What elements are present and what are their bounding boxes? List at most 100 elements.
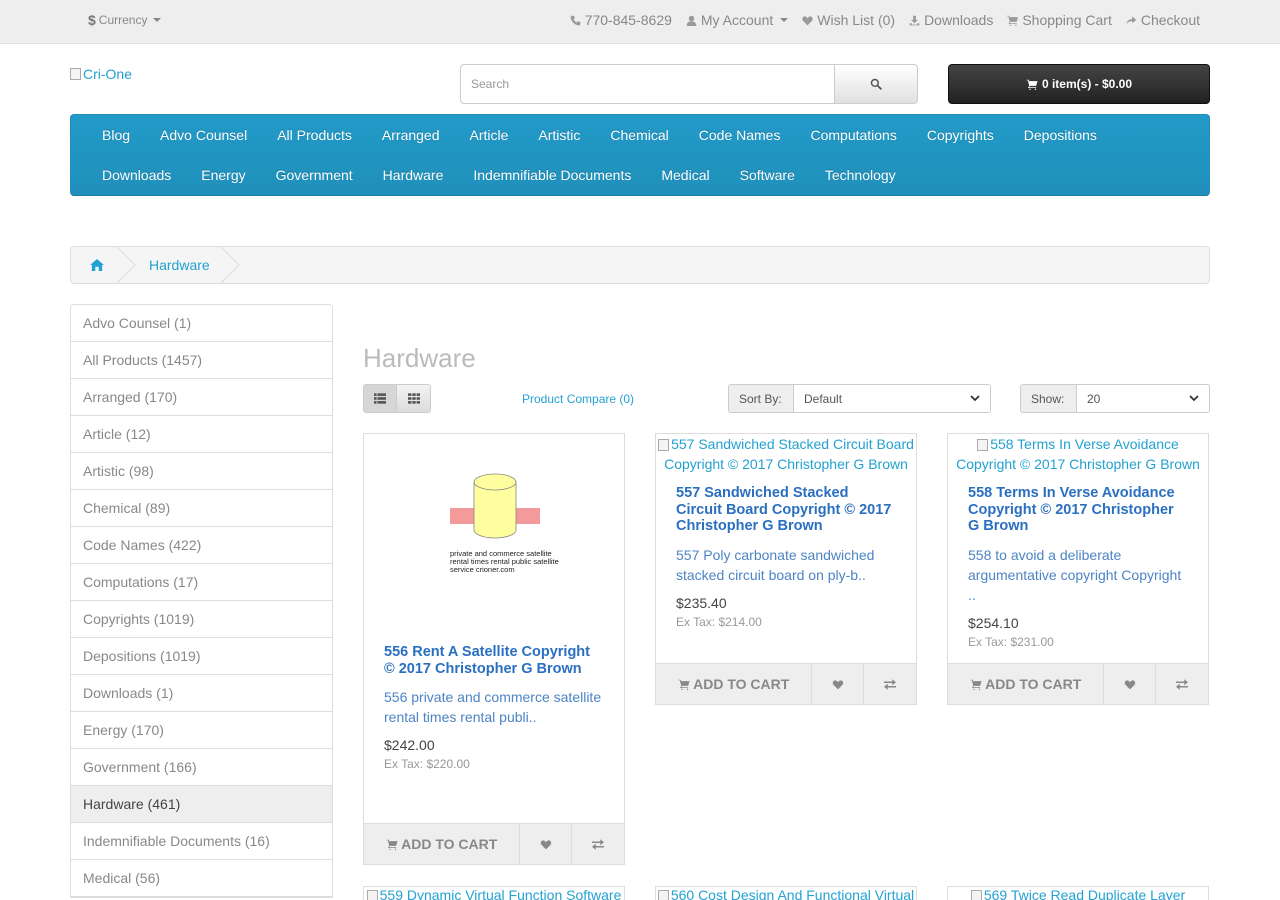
add-to-wishlist-button[interactable] bbox=[1104, 664, 1157, 704]
satellite-thumbnail-icon: private and commerce satellite rental ti… bbox=[450, 473, 559, 574]
sidebar-item-copyrights[interactable]: Copyrights (1019) bbox=[71, 601, 332, 638]
product-actions: ADD TO CART bbox=[947, 663, 1209, 705]
my-account-dropdown[interactable]: My Account bbox=[686, 12, 789, 28]
downloads-link[interactable]: Downloads bbox=[909, 12, 993, 28]
product-compare-link[interactable]: Product Compare (0) bbox=[522, 392, 634, 406]
product-card: 558 Terms In Verse Avoidance Copyright ©… bbox=[947, 433, 1209, 705]
list-view-button[interactable] bbox=[363, 384, 397, 413]
compare-button[interactable] bbox=[1156, 664, 1208, 704]
menu-item-depositions[interactable]: Depositions bbox=[1009, 127, 1112, 143]
product-image-alt: 559 Dynamic Virtual Function Software bbox=[379, 887, 622, 900]
compare-button[interactable] bbox=[572, 824, 624, 864]
sidebar-item-all-products[interactable]: All Products (1457) bbox=[71, 342, 332, 379]
menu-item-article[interactable]: Article bbox=[455, 127, 524, 143]
menu-item-advo-counsel[interactable]: Advo Counsel bbox=[145, 127, 262, 143]
product-description: 556 private and commerce satellite renta… bbox=[384, 689, 602, 725]
product-caption: 557 Sandwiched Stacked Circuit Board Cop… bbox=[656, 474, 916, 629]
sidebar-item-downloads[interactable]: Downloads (1) bbox=[71, 675, 332, 712]
menu-item-indemnifiable-documents[interactable]: Indemnifiable Documents bbox=[458, 167, 646, 183]
breadcrumb-item-hardware[interactable]: Hardware bbox=[123, 257, 224, 273]
add-to-cart-button[interactable]: ADD TO CART bbox=[364, 824, 521, 864]
product-name-link[interactable]: 556 Rent A Satellite Copyright © 2017 Ch… bbox=[384, 624, 604, 677]
search-input[interactable] bbox=[460, 64, 835, 104]
product-caption: 556 Rent A Satellite Copyright © 2017 Ch… bbox=[364, 624, 624, 771]
menu-item-code-names[interactable]: Code Names bbox=[684, 127, 796, 143]
cart-button[interactable]: 0 item(s) - $0.00 bbox=[948, 64, 1210, 104]
menu-item-software[interactable]: Software bbox=[725, 167, 810, 183]
product-image[interactable]: 557 Sandwiched Stacked Circuit Board Cop… bbox=[656, 434, 916, 474]
search-button[interactable] bbox=[835, 64, 918, 104]
breadcrumb-separator bbox=[221, 247, 240, 283]
menu-item-energy[interactable]: Energy bbox=[186, 167, 260, 183]
shopping-cart-link[interactable]: Shopping Cart bbox=[1007, 12, 1112, 28]
sidebar-item-medical[interactable]: Medical (56) bbox=[71, 860, 332, 897]
sidebar-item-energy[interactable]: Energy (170) bbox=[71, 712, 332, 749]
sidebar-item-depositions[interactable]: Depositions (1019) bbox=[71, 638, 332, 675]
sidebar-item-advo-counsel[interactable]: Advo Counsel (1) bbox=[71, 305, 332, 342]
show-select[interactable]: 20 bbox=[1076, 384, 1210, 413]
menu-item-medical[interactable]: Medical bbox=[646, 167, 724, 183]
menu-item-blog[interactable]: Blog bbox=[87, 127, 145, 143]
add-to-cart-label: ADD TO CART bbox=[693, 676, 790, 692]
currency-label: Currency bbox=[98, 13, 148, 27]
add-to-wishlist-button[interactable] bbox=[812, 664, 865, 704]
sidebar-item-chemical[interactable]: Chemical (89) bbox=[71, 490, 332, 527]
sort-select[interactable]: Default bbox=[793, 384, 991, 413]
search-bar bbox=[460, 64, 918, 104]
cart-label: 0 item(s) - $0.00 bbox=[1041, 77, 1133, 91]
sidebar-item-indemnifiable-documents[interactable]: Indemnifiable Documents (16) bbox=[71, 823, 332, 860]
phone-icon bbox=[570, 15, 581, 25]
menu-item-arranged[interactable]: Arranged bbox=[367, 127, 455, 143]
wish-list-link[interactable]: Wish List (0) bbox=[802, 12, 895, 28]
sidebar-item-arranged[interactable]: Arranged (170) bbox=[71, 379, 332, 416]
menu-item-downloads[interactable]: Downloads bbox=[87, 167, 186, 183]
product-card-next[interactable]: 560 Cost Design And Functional Virtual bbox=[655, 886, 917, 900]
product-card-next[interactable]: 559 Dynamic Virtual Function Software bbox=[363, 886, 625, 900]
menu-item-computations[interactable]: Computations bbox=[795, 127, 911, 143]
product-image[interactable]: 558 Terms In Verse Avoidance Copyright ©… bbox=[948, 434, 1208, 474]
downloads-label: Downloads bbox=[924, 12, 994, 28]
add-to-cart-button[interactable]: ADD TO CART bbox=[948, 664, 1105, 704]
product-card: private and commerce satellite rental ti… bbox=[363, 433, 625, 865]
breadcrumb-home[interactable] bbox=[71, 247, 123, 283]
menu-item-government[interactable]: Government bbox=[261, 167, 368, 183]
menu-item-chemical[interactable]: Chemical bbox=[595, 127, 683, 143]
product-name-link[interactable]: 557 Sandwiched Stacked Circuit Board Cop… bbox=[676, 474, 896, 535]
menu-item-all-products[interactable]: All Products bbox=[262, 127, 367, 143]
sidebar-item-code-names[interactable]: Code Names (422) bbox=[71, 527, 332, 564]
exchange-icon bbox=[884, 678, 897, 690]
menu-row-2: Downloads Energy Government Hardware Indemni… bbox=[87, 155, 1209, 195]
product-card-next[interactable]: 569 Twice Read Duplicate Layer bbox=[947, 886, 1209, 900]
sidebar-item-computations[interactable]: Computations (17) bbox=[71, 564, 332, 601]
compare-button[interactable] bbox=[864, 664, 916, 704]
menu-item-copyrights[interactable]: Copyrights bbox=[912, 127, 1009, 143]
search-icon bbox=[870, 78, 882, 90]
add-to-cart-button[interactable]: ADD TO CART bbox=[656, 664, 813, 704]
sidebar-item-hardware[interactable]: Hardware (461) bbox=[71, 786, 332, 823]
sidebar-item-article[interactable]: Article (12) bbox=[71, 416, 332, 453]
show-control: Show: 20 bbox=[1020, 384, 1210, 413]
cart-icon bbox=[1026, 79, 1038, 90]
product-actions: ADD TO CART bbox=[655, 663, 917, 705]
add-to-cart-label: ADD TO CART bbox=[985, 676, 1082, 692]
sidebar-item-government[interactable]: Government (166) bbox=[71, 749, 332, 786]
shopping-cart-label: Shopping Cart bbox=[1022, 12, 1112, 28]
grid-view-button[interactable] bbox=[397, 384, 431, 413]
product-caption: 558 Terms In Verse Avoidance Copyright ©… bbox=[948, 474, 1208, 649]
product-name-link[interactable]: 558 Terms In Verse Avoidance Copyright ©… bbox=[968, 474, 1188, 535]
menu-item-technology[interactable]: Technology bbox=[810, 167, 911, 183]
currency-dropdown[interactable]: $ Currency bbox=[88, 12, 162, 28]
site-logo[interactable]: Cri-One bbox=[70, 66, 132, 82]
phone-link[interactable]: 770-845-8629 bbox=[570, 12, 672, 28]
menu-item-hardware[interactable]: Hardware bbox=[368, 167, 459, 183]
add-to-wishlist-button[interactable] bbox=[520, 824, 573, 864]
menu-item-artistic[interactable]: Artistic bbox=[523, 127, 595, 143]
broken-image-icon bbox=[70, 68, 81, 80]
thumb-text-3: service crioner.com bbox=[450, 565, 515, 574]
sidebar-item-artistic[interactable]: Artistic (98) bbox=[71, 453, 332, 490]
product-image[interactable]: private and commerce satellite rental ti… bbox=[364, 434, 624, 624]
share-icon bbox=[1126, 15, 1137, 25]
product-price: $254.10 bbox=[968, 614, 1019, 631]
caret-down-icon bbox=[153, 18, 162, 22]
checkout-link[interactable]: Checkout bbox=[1126, 12, 1200, 28]
